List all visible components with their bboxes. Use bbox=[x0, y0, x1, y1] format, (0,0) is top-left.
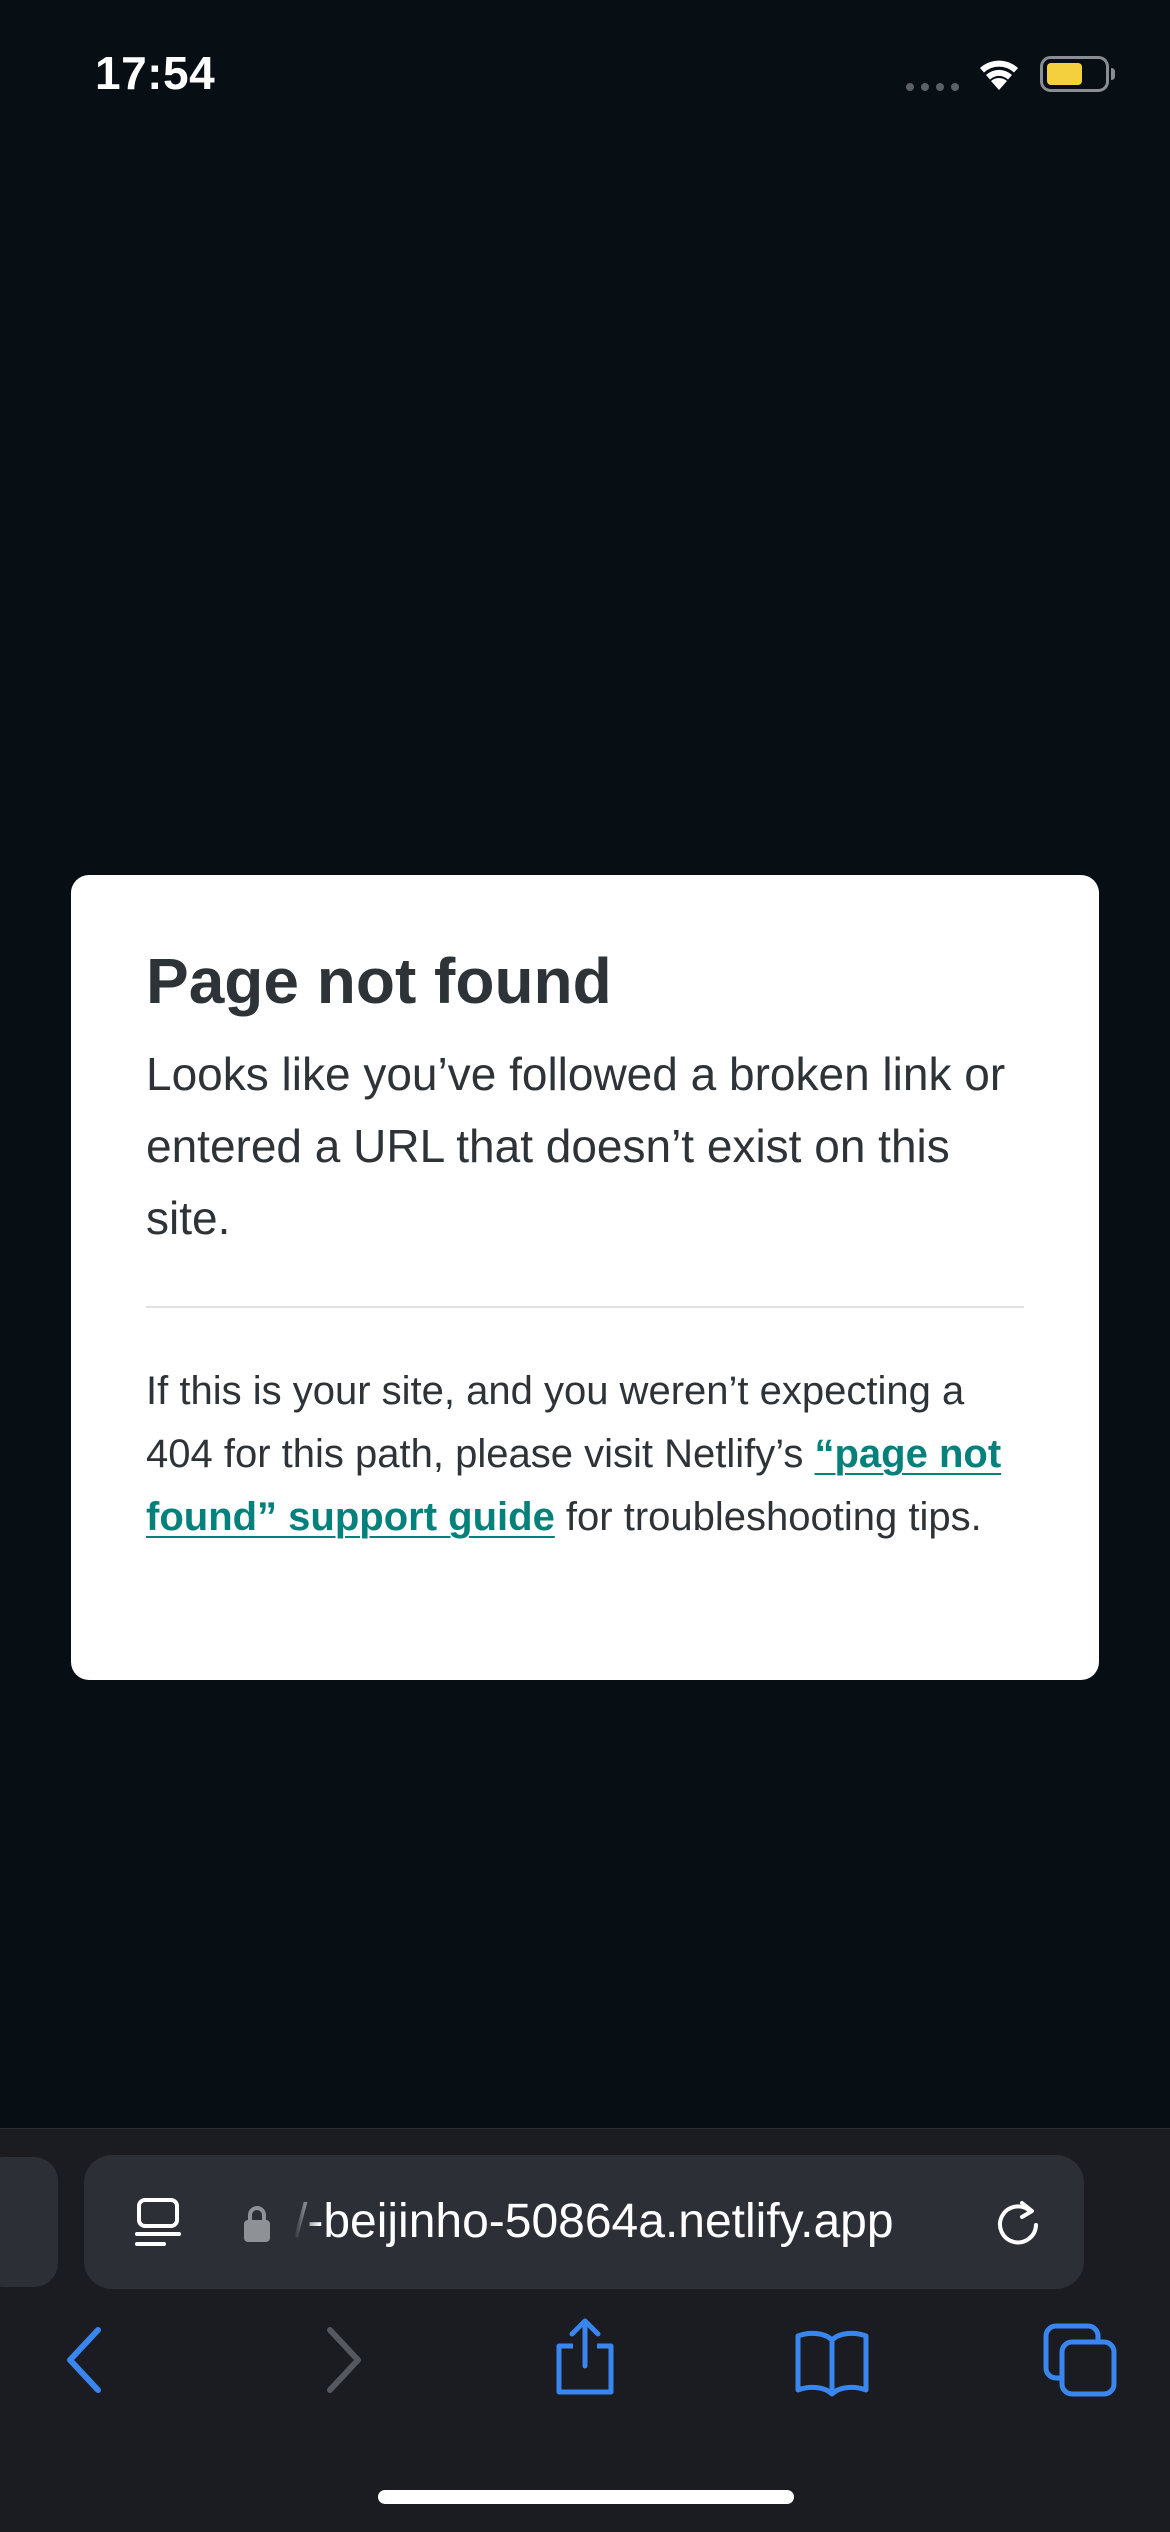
status-bar: 17:54 bbox=[0, 0, 1170, 140]
home-indicator[interactable] bbox=[378, 2490, 794, 2504]
lock-icon bbox=[244, 2206, 270, 2242]
page-menu-icon[interactable] bbox=[134, 2197, 182, 2249]
status-time: 17:54 bbox=[95, 47, 216, 99]
previous-tab-peek[interactable] bbox=[0, 2157, 58, 2287]
url-text[interactable]: /-beijinho-50864a.netlify.app bbox=[294, 2191, 994, 2253]
help-text-after: for troubleshooting tips. bbox=[554, 1494, 982, 1539]
reload-icon[interactable] bbox=[992, 2197, 1044, 2249]
bookmarks-icon[interactable] bbox=[792, 2320, 872, 2400]
screen: 17:54 Page not found Looks like you’ve f… bbox=[0, 0, 1170, 2532]
address-bar[interactable]: /-beijinho-50864a.netlify.app bbox=[84, 2155, 1084, 2289]
share-icon[interactable] bbox=[545, 2316, 625, 2396]
forward-icon[interactable] bbox=[300, 2320, 380, 2400]
error-description: Looks like you’ve followed a broken link… bbox=[146, 1047, 1006, 1244]
url-value: /-beijinho-50864a.netlify.app bbox=[294, 2195, 894, 2248]
help-text: If this is your site, and you weren’t ex… bbox=[146, 1360, 1024, 1549]
not-found-card: Page not found Looks like you’ve followe… bbox=[71, 875, 1099, 1680]
back-icon[interactable] bbox=[48, 2320, 128, 2400]
tabs-icon[interactable] bbox=[1040, 2320, 1120, 2400]
page-title: Page not found bbox=[146, 945, 612, 1017]
wifi-icon bbox=[980, 60, 1018, 90]
battery-icon bbox=[1040, 56, 1115, 92]
divider bbox=[146, 1305, 1024, 1308]
cellular-signal-icon bbox=[906, 83, 959, 91]
